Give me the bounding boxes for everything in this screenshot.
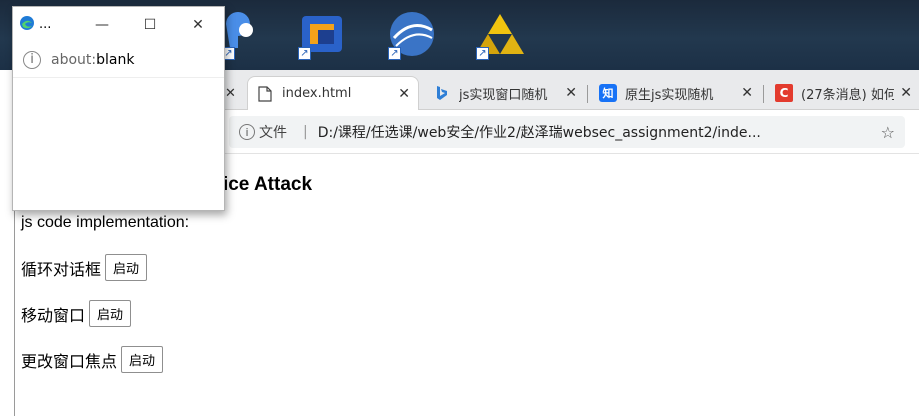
- subtitle: js code implementation:: [21, 214, 190, 231]
- loop-dialog-label: 循环对话框: [21, 261, 102, 279]
- shortcut-arrow-icon: ↗: [298, 47, 311, 60]
- desktop-app-icon-1[interactable]: ↗: [220, 8, 272, 60]
- move-window-label: 移动窗口: [21, 307, 86, 325]
- change-focus-label: 更改窗口焦点: [21, 353, 118, 371]
- url-text[interactable]: D:/课程/任选课/web安全/作业2/赵泽瑞websec_assignment…: [318, 122, 873, 142]
- close-button[interactable]: ✕: [174, 17, 222, 33]
- tab-separator: [587, 85, 588, 103]
- change-focus-row: 更改窗口焦点 启动: [21, 346, 164, 373]
- popup-address-bar[interactable]: i about: blank: [13, 42, 224, 78]
- file-icon: [256, 85, 274, 103]
- tab-title: js实现窗口随机: [459, 87, 548, 103]
- zhihu-icon: 知: [599, 84, 617, 102]
- csdn-icon: C: [775, 84, 793, 102]
- change-focus-start-button[interactable]: 启动: [121, 346, 164, 373]
- tab-close-button[interactable]: ✕: [741, 85, 753, 101]
- tab-separator: [763, 85, 764, 103]
- desktop-app-icon-3[interactable]: ↗: [386, 8, 438, 60]
- url-field[interactable]: i 文件 | D:/课程/任选课/web安全/作业2/赵泽瑞websec_ass…: [229, 116, 905, 148]
- desktop-app-icon-4[interactable]: ↗: [474, 8, 526, 60]
- tab-close-button[interactable]: ✕: [398, 86, 410, 102]
- url-divider: |: [303, 124, 308, 140]
- tab-js-random-window[interactable]: js实现窗口随机 ✕: [425, 76, 585, 110]
- tab-index-html[interactable]: index.html ✕: [247, 76, 419, 110]
- shortcut-arrow-icon: ↗: [388, 47, 401, 60]
- bing-icon: [433, 84, 451, 102]
- move-window-row: 移动窗口 启动: [21, 300, 132, 327]
- tab-csdn-article[interactable]: C (27条消息) 如何 ✕: [767, 76, 919, 110]
- shortcut-arrow-icon: ↗: [476, 47, 489, 60]
- info-icon[interactable]: i: [23, 50, 41, 69]
- minimize-button[interactable]: —: [78, 17, 126, 33]
- add-favorite-icon[interactable]: ☆: [881, 123, 895, 142]
- tab-title: (27条消息) 如何: [801, 87, 895, 103]
- loop-dialog-start-button[interactable]: 启动: [105, 254, 148, 281]
- loop-dialog-row: 循环对话框 启动: [21, 254, 148, 281]
- maximize-button[interactable]: ☐: [126, 17, 174, 33]
- popup-url-host: blank: [96, 51, 135, 68]
- tab-title: 原生js实现随机: [625, 87, 714, 103]
- popup-window[interactable]: ... — ☐ ✕ i about: blank: [12, 6, 225, 211]
- tab-close-button[interactable]: ✕: [565, 85, 577, 101]
- info-icon[interactable]: i: [239, 124, 255, 140]
- tab-title: index.html: [282, 86, 352, 101]
- hidden-tab-close-button[interactable]: ✕: [225, 86, 236, 101]
- popup-url-scheme: about:: [51, 51, 97, 68]
- popup-titlebar[interactable]: ... — ☐ ✕: [13, 7, 224, 42]
- popup-app: ...: [13, 15, 78, 35]
- popup-app-title: ...: [39, 17, 52, 32]
- move-window-start-button[interactable]: 启动: [89, 300, 132, 327]
- edge-icon: [19, 15, 35, 35]
- tab-native-js-random[interactable]: 知 原生js实现随机 ✕: [591, 76, 761, 110]
- tab-close-button[interactable]: ✕: [900, 85, 912, 101]
- desktop-app-icon-2[interactable]: ↗: [296, 8, 348, 60]
- file-label: 文件: [259, 125, 287, 141]
